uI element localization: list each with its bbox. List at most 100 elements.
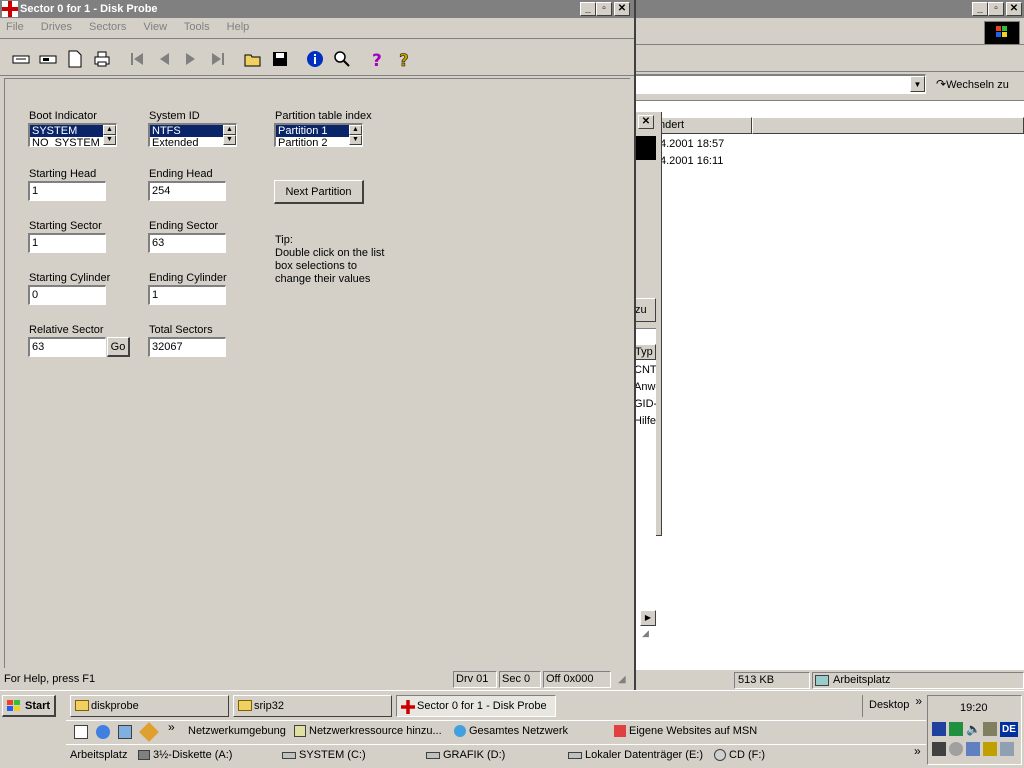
list-item-type[interactable]: CNT- bbox=[634, 364, 656, 376]
drive-link-local[interactable]: Lokaler Datenträger (E:) bbox=[568, 749, 703, 761]
explorer-titlebar[interactable] bbox=[634, 0, 1024, 18]
resize-grip-icon[interactable]: ◢ bbox=[642, 628, 656, 642]
tray-app-icon[interactable] bbox=[932, 742, 946, 756]
tray-app-icon[interactable] bbox=[966, 742, 980, 756]
spin-down-icon[interactable]: ▼ bbox=[223, 135, 236, 145]
task-button-diskprobe-window[interactable]: Sector 0 for 1 - Disk Probe bbox=[396, 695, 556, 717]
column-header-modified[interactable]: ndert bbox=[656, 117, 752, 134]
maximize-button[interactable]: ▫ bbox=[596, 2, 612, 16]
new-document-icon[interactable] bbox=[62, 46, 87, 71]
starting-sector-input[interactable]: 1 bbox=[28, 233, 106, 253]
tray-app-icon[interactable] bbox=[983, 742, 997, 756]
system-id-spinner[interactable]: ▲ ▼ bbox=[223, 125, 236, 145]
next-sector-icon[interactable] bbox=[178, 46, 203, 71]
list-item-type[interactable]: GID- bbox=[634, 398, 656, 410]
quick-link-msn[interactable]: Eigene Websites auf MSN bbox=[614, 725, 757, 737]
print-icon[interactable] bbox=[89, 46, 114, 71]
starting-head-input[interactable]: 1 bbox=[28, 181, 106, 201]
explorer-minimize-button[interactable]: _ bbox=[972, 2, 988, 16]
quick-link-add-network[interactable]: Netzwerkressource hinzu... bbox=[294, 725, 442, 737]
drive-link-system[interactable]: SYSTEM (C:) bbox=[282, 749, 366, 761]
inner-close-button[interactable]: ✕ bbox=[638, 115, 654, 129]
read-sector-icon[interactable] bbox=[35, 46, 60, 71]
ending-sector-input[interactable]: 63 bbox=[148, 233, 226, 253]
diskprobe-titlebar[interactable]: Sector 0 for 1 - Disk Probe bbox=[0, 0, 634, 18]
scroll-right-button[interactable]: ▶ bbox=[640, 610, 656, 626]
drive-link-cd[interactable]: CD (F:) bbox=[714, 749, 765, 761]
task-button-diskprobe[interactable]: diskprobe bbox=[70, 695, 229, 717]
volume-icon[interactable]: 🔈 bbox=[966, 722, 981, 736]
list-item-type[interactable]: Anwe bbox=[634, 381, 656, 393]
quick-link-network[interactable]: Netzwerkumgebung bbox=[188, 725, 286, 737]
help-icon[interactable]: ? bbox=[364, 46, 389, 71]
save-icon[interactable] bbox=[267, 46, 292, 71]
partition-index-spinner[interactable]: ▲ ▼ bbox=[349, 125, 362, 145]
menu-file[interactable]: File bbox=[6, 21, 24, 33]
open-volume-icon[interactable] bbox=[8, 46, 33, 71]
ending-head-input[interactable]: 254 bbox=[148, 181, 226, 201]
starting-cylinder-input[interactable]: 0 bbox=[28, 285, 106, 305]
menu-tools[interactable]: Tools bbox=[184, 21, 210, 33]
tray-app-icon[interactable] bbox=[1000, 742, 1014, 756]
total-sectors-input[interactable]: 32067 bbox=[148, 337, 226, 357]
menu-sectors[interactable]: Sectors bbox=[89, 21, 126, 33]
list-item-type[interactable]: Hilfe bbox=[634, 415, 656, 427]
explorer-close-button[interactable]: ✕ bbox=[1006, 2, 1022, 16]
partition-index-list[interactable]: Partition 1 Partition 2 ▲ ▼ bbox=[274, 123, 363, 147]
tools-icon[interactable] bbox=[139, 722, 159, 742]
address-input[interactable] bbox=[634, 74, 926, 94]
clock[interactable]: 19:20 bbox=[960, 702, 988, 714]
menu-drives[interactable]: Drives bbox=[41, 21, 72, 33]
go-button[interactable]: ↷Wechseln zu bbox=[936, 74, 1022, 94]
column-header-extra[interactable] bbox=[752, 117, 1024, 134]
quick-link-entire-network[interactable]: Gesamtes Netzwerk bbox=[454, 725, 568, 737]
network-icon[interactable] bbox=[949, 722, 963, 736]
system-id-list[interactable]: NTFS Extended ▲ ▼ bbox=[148, 123, 237, 147]
relative-sector-input[interactable]: 63 bbox=[28, 337, 106, 357]
context-help-icon[interactable]: ? bbox=[391, 46, 416, 71]
drive-link-floppy[interactable]: 3½-Diskette (A:) bbox=[138, 749, 232, 761]
spin-up-icon[interactable]: ▲ bbox=[103, 125, 116, 135]
address-dropdown-button[interactable]: ▼ bbox=[910, 76, 925, 92]
open-file-icon[interactable] bbox=[240, 46, 265, 71]
column-header-type[interactable]: Typ bbox=[634, 344, 656, 360]
chevron-icon[interactable]: » bbox=[168, 720, 175, 734]
browser-icon[interactable] bbox=[118, 725, 132, 739]
boot-indicator-spinner[interactable]: ▲ ▼ bbox=[103, 125, 116, 145]
display-icon[interactable] bbox=[983, 722, 997, 736]
start-button[interactable]: Start bbox=[2, 695, 56, 717]
list-item-date[interactable]: 4.2001 16:11 bbox=[660, 155, 723, 167]
last-sector-icon[interactable] bbox=[205, 46, 230, 71]
tray-app-icon[interactable] bbox=[949, 742, 963, 756]
boot-indicator-list[interactable]: SYSTEM NO_SYSTEM ▲ ▼ bbox=[28, 123, 117, 147]
spin-down-icon[interactable]: ▼ bbox=[103, 135, 116, 145]
menu-help[interactable]: Help bbox=[227, 21, 250, 33]
refresh-icon[interactable] bbox=[96, 725, 110, 739]
search-icon[interactable] bbox=[329, 46, 354, 71]
task-button-srip32[interactable]: srip32 bbox=[233, 695, 392, 717]
previous-sector-icon[interactable] bbox=[151, 46, 176, 71]
spin-up-icon[interactable]: ▲ bbox=[223, 125, 236, 135]
close-button[interactable]: ✕ bbox=[614, 2, 630, 16]
spin-down-icon[interactable]: ▼ bbox=[349, 135, 362, 145]
explorer-maximize-button[interactable]: ▫ bbox=[988, 2, 1004, 16]
go-sector-button[interactable]: Go bbox=[107, 337, 130, 357]
chevron-icon[interactable]: » bbox=[914, 744, 921, 758]
ending-cylinder-input[interactable]: 1 bbox=[148, 285, 226, 305]
resize-grip-icon[interactable]: ◢ bbox=[618, 674, 626, 685]
shield-icon[interactable] bbox=[932, 722, 946, 736]
first-sector-icon[interactable] bbox=[124, 46, 149, 71]
inner-button[interactable]: zu bbox=[634, 298, 656, 322]
drive-link-grafik[interactable]: GRAFIK (D:) bbox=[426, 749, 505, 761]
language-indicator[interactable]: DE bbox=[1000, 722, 1018, 737]
info-icon[interactable] bbox=[302, 46, 327, 71]
list-item-date[interactable]: 4.2001 18:57 bbox=[660, 138, 724, 150]
next-partition-button[interactable]: Next Partition bbox=[274, 180, 364, 204]
desktop-toolbar[interactable]: Desktop » bbox=[862, 694, 922, 717]
chevron-icon[interactable]: » bbox=[915, 691, 922, 711]
minimize-button[interactable]: _ bbox=[580, 2, 596, 16]
drive-link-computer[interactable]: Arbeitsplatz bbox=[70, 749, 127, 761]
menu-view[interactable]: View bbox=[143, 21, 167, 33]
show-desktop-icon[interactable] bbox=[74, 725, 88, 739]
spin-up-icon[interactable]: ▲ bbox=[349, 125, 362, 135]
